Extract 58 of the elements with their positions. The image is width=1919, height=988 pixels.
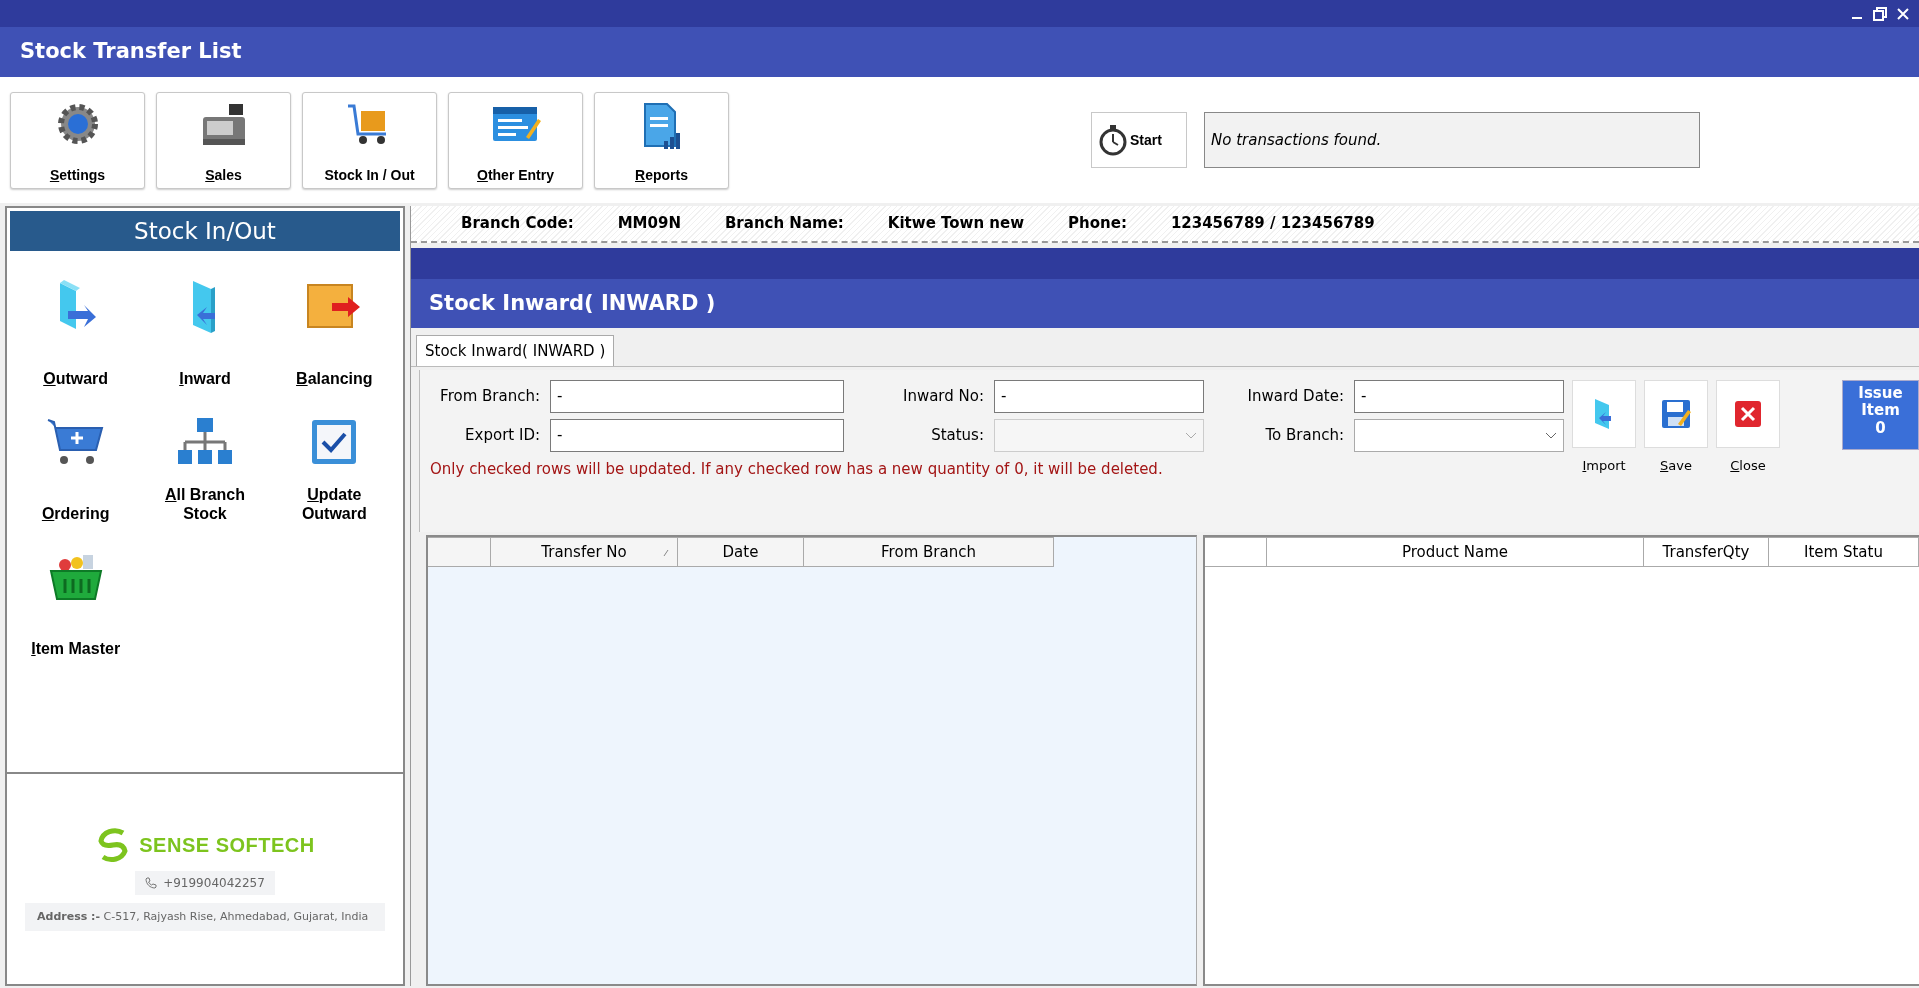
field-label: Inward Date: xyxy=(1246,386,1344,408)
close-icon xyxy=(1733,399,1763,429)
form-tab[interactable]: Stock Inward( INWARD ) xyxy=(416,334,615,366)
sort-icon xyxy=(663,549,669,557)
close-icon[interactable] xyxy=(1897,7,1909,20)
info-label: Branch Code: xyxy=(461,213,574,235)
start-button[interactable]: Start xyxy=(1091,112,1187,168)
form-title: Stock Inward( INWARD ) xyxy=(411,279,1919,328)
module-button[interactable]: Inward xyxy=(140,263,270,388)
module-button[interactable]: Ordering xyxy=(11,398,141,523)
field-label: From Branch: xyxy=(439,386,540,408)
panel-header: Stock In/Out xyxy=(10,211,400,251)
module-button[interactable]: Outward xyxy=(11,263,141,388)
column-header[interactable]: Date xyxy=(678,537,804,567)
column-header[interactable]: TransferQty xyxy=(1644,537,1769,567)
toolbar-button[interactable]: Other Entry xyxy=(448,91,583,189)
field-label: To Branch: xyxy=(1264,425,1344,447)
window-title: Stock Transfer List xyxy=(0,27,1919,77)
info-value: 123456789 / 123456789 xyxy=(1170,213,1375,235)
input-field[interactable]: - xyxy=(550,419,844,452)
field-label: Inward No: xyxy=(901,386,984,408)
toolbar-button[interactable]: Settings xyxy=(10,91,145,189)
action-button[interactable]: Import xyxy=(1572,380,1636,532)
input-field[interactable]: - xyxy=(1354,380,1564,413)
phone-icon xyxy=(145,876,158,889)
chevron-icon xyxy=(1545,431,1557,440)
column-header[interactable]: From Branch xyxy=(804,537,1054,567)
action-button[interactable]: Close xyxy=(1716,380,1780,532)
info-value: MM09N xyxy=(617,213,681,235)
phone-number: +919904042257 xyxy=(163,874,265,892)
basket-icon xyxy=(48,553,103,601)
module-button[interactable]: Update Outward xyxy=(269,398,399,523)
toolbar-button[interactable]: Stock In / Out xyxy=(302,91,437,189)
module-button[interactable]: Item Master xyxy=(11,533,141,658)
stopwatch-icon xyxy=(1098,124,1128,156)
module-button[interactable]: All Branch Stock xyxy=(140,398,270,523)
dropdown-field[interactable] xyxy=(1354,419,1564,452)
field-label: Status: xyxy=(930,425,984,447)
column-header[interactable]: Transfer No xyxy=(491,537,678,567)
status-message: No transactions found. xyxy=(1204,112,1700,168)
field-label: Export ID: xyxy=(464,425,540,447)
column-header[interactable]: Item Statu xyxy=(1769,537,1919,567)
toolbar-button[interactable]: Sales xyxy=(156,91,291,189)
input-field[interactable]: - xyxy=(550,380,844,413)
info-message: Only checked rows will be updated. If any checked row has a new quantity of 0, it will be deleted. xyxy=(430,459,1164,480)
info-value: Kitwe Town new xyxy=(887,213,1025,235)
module-button[interactable]: Balancing xyxy=(269,263,399,388)
info-label: Phone: xyxy=(1068,213,1127,235)
action-button[interactable]: Save xyxy=(1644,380,1708,532)
toolbar-button[interactable]: Reports xyxy=(594,91,729,189)
chevron-icon xyxy=(1185,431,1197,440)
company-name: SENSE SOFTECH xyxy=(139,832,315,858)
column-header[interactable]: Product Name xyxy=(1267,537,1644,567)
company-address: Address :- C-517, Rajyash Rise, Ahmedabad, Gujarat, India xyxy=(25,902,385,932)
restore-icon[interactable] xyxy=(1873,6,1887,21)
issue-item-counter[interactable]: Issue Item 0 xyxy=(1842,380,1919,450)
input-field[interactable]: - xyxy=(994,380,1204,413)
info-label: Branch Name: xyxy=(724,213,844,235)
